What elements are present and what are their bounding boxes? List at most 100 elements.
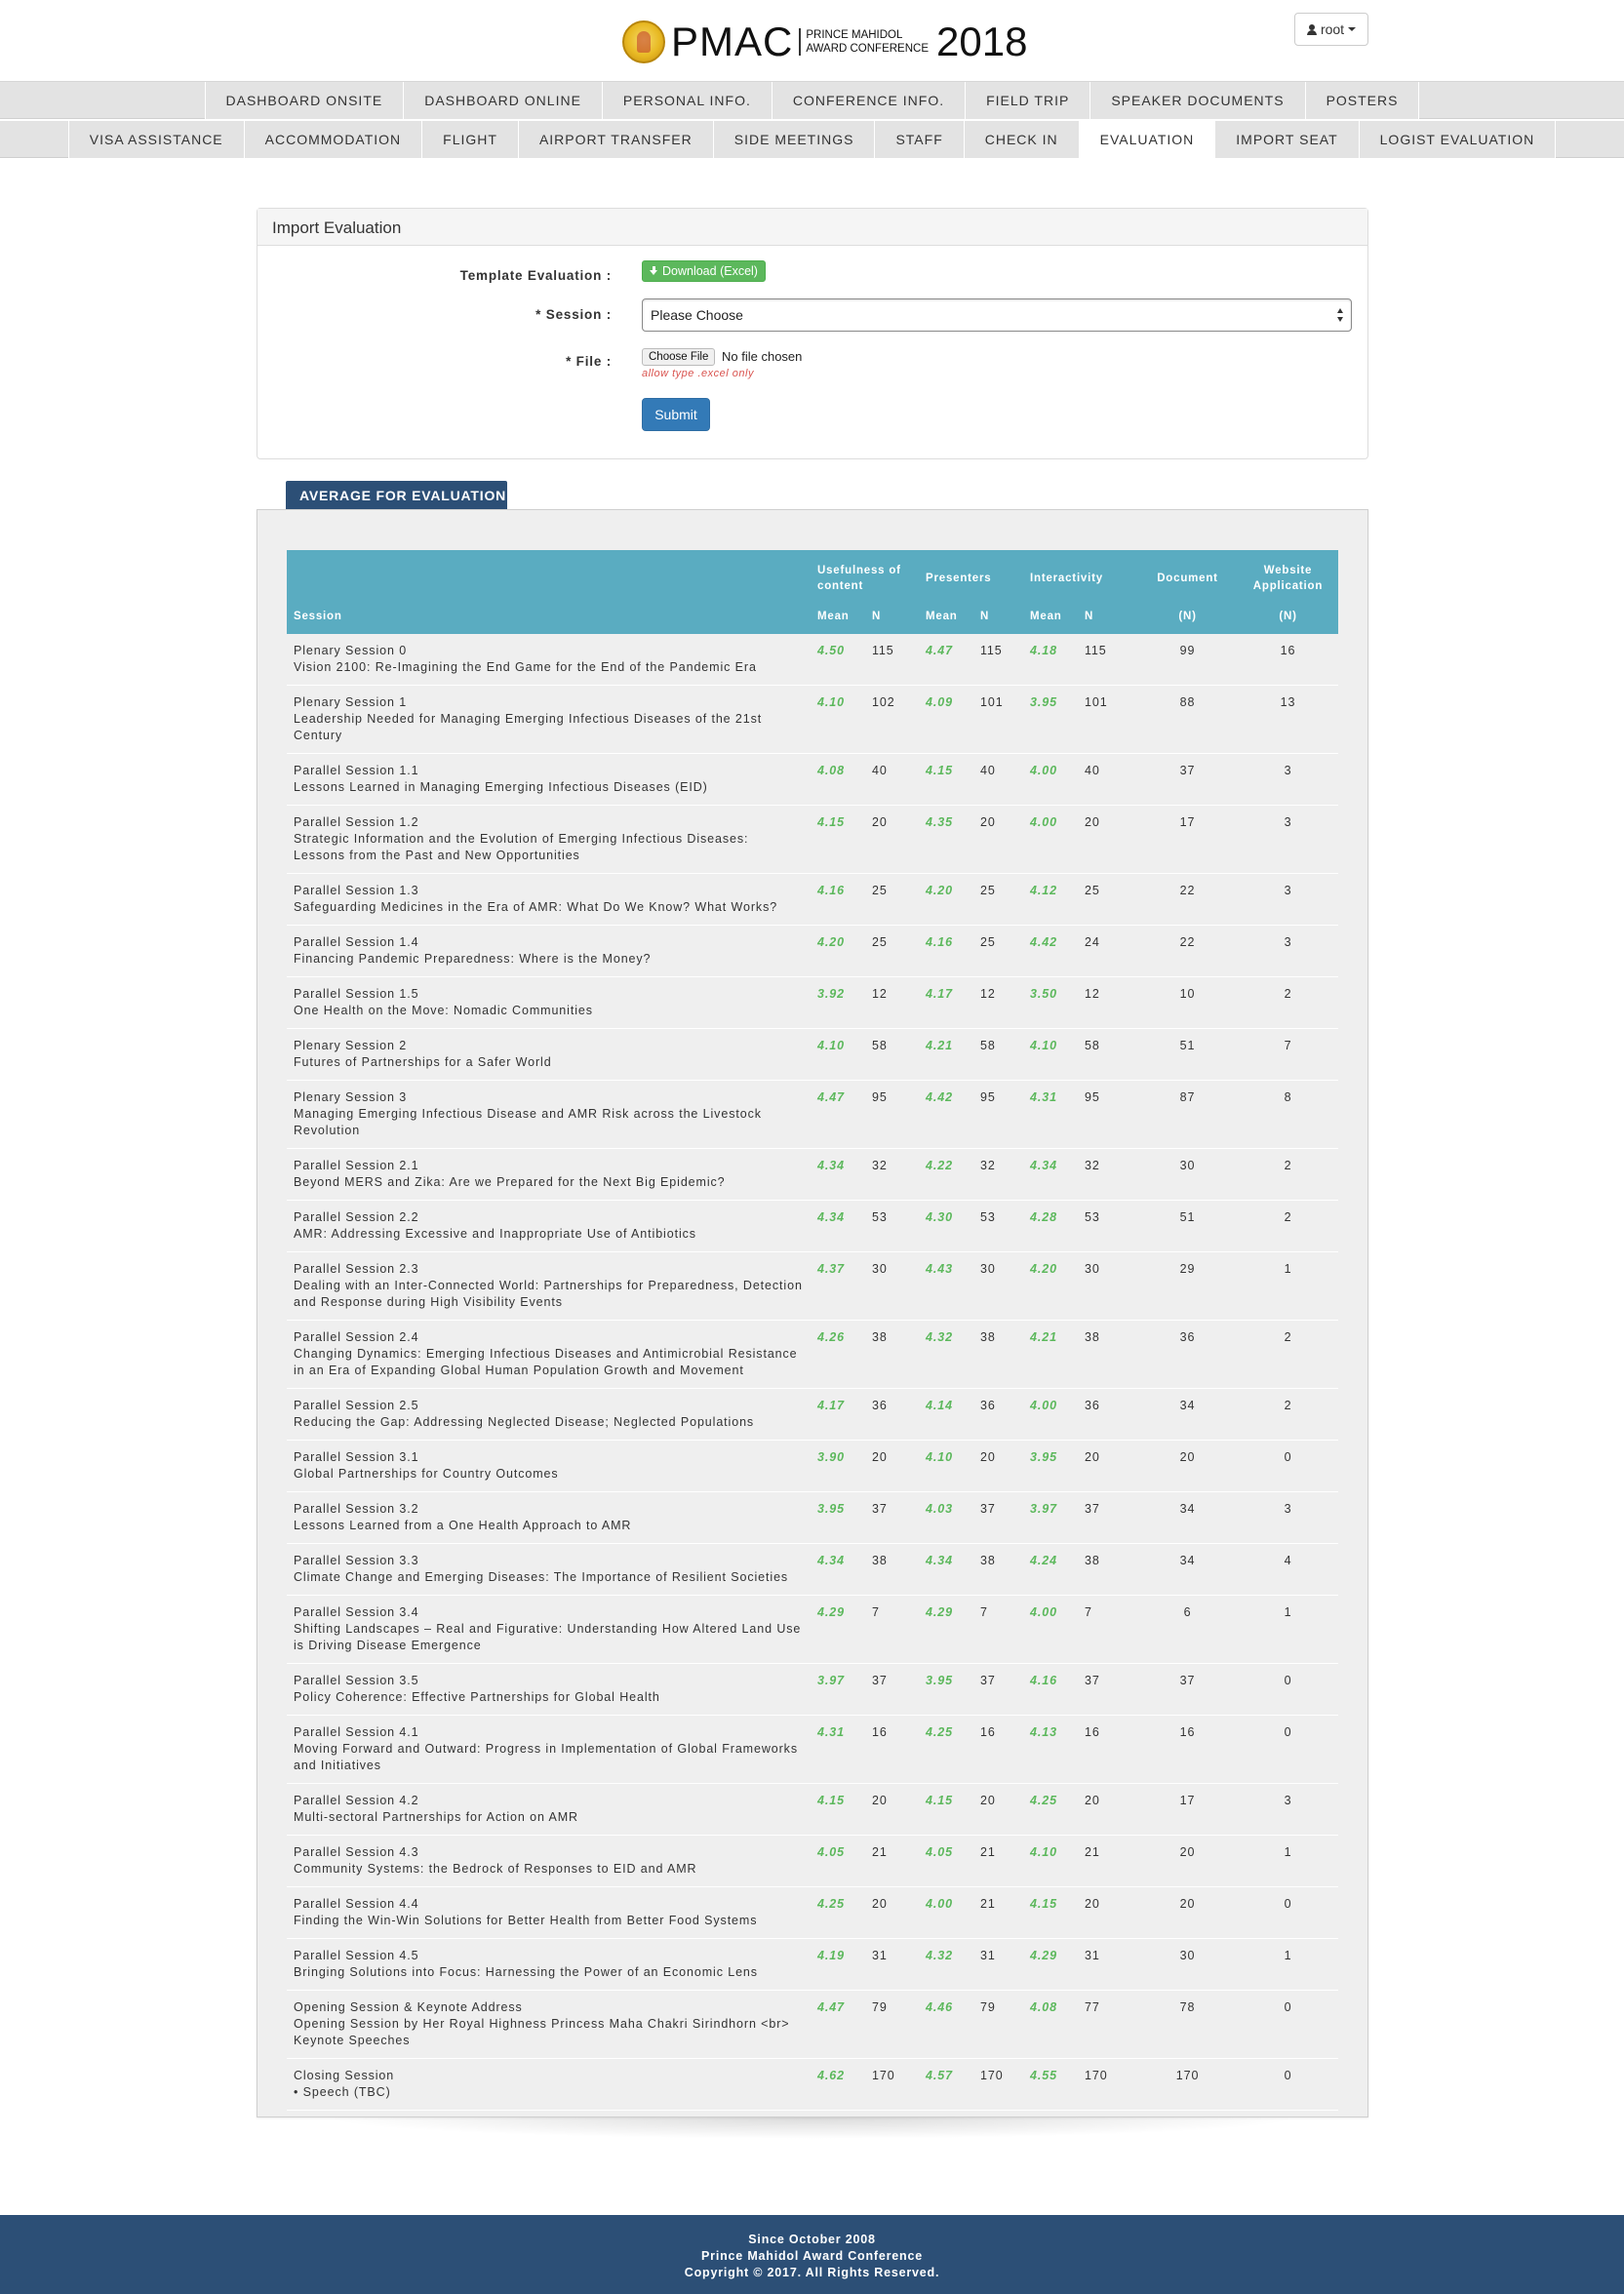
pmac-logo[interactable]: PMAC PRINCE MAHIDOL AWARD CONFERENCE 201… xyxy=(622,18,1027,66)
session-select[interactable]: Please Choose xyxy=(642,298,1352,332)
user-menu-button[interactable]: root xyxy=(1294,13,1368,46)
session-cell: Plenary Session 2 Futures of Partnerships… xyxy=(287,1028,811,1081)
nav-tab-speaker-documents[interactable]: SPEAKER DOCUMENTS xyxy=(1089,82,1305,119)
session-cell: Plenary Session 0 Vision 2100: Re-Imagini… xyxy=(287,634,811,686)
presenters-mean-cell: 4.46 xyxy=(919,1990,973,2059)
session-title: Parallel Session 3.4 xyxy=(294,1605,419,1619)
session-title: Parallel Session 2.2 xyxy=(294,1210,419,1224)
submit-button[interactable]: Submit xyxy=(642,398,710,431)
session-title: Parallel Session 4.4 xyxy=(294,1897,419,1911)
presenters-mean-cell: 4.21 xyxy=(919,1028,973,1081)
average-evaluation-tab[interactable]: AVERAGE FOR EVALUATION xyxy=(286,481,507,510)
session-title: Parallel Session 3.2 xyxy=(294,1502,419,1516)
header-document-n: (N) xyxy=(1178,611,1197,622)
table-row: Parallel Session 2.3 Dealing with an Inte… xyxy=(287,1251,1339,1321)
header-usefulness: Usefulness of content xyxy=(817,565,901,592)
interactivity-n-cell: 12 xyxy=(1078,976,1138,1029)
document-n-cell: 78 xyxy=(1137,1990,1239,2059)
usefulness-n-cell: 115 xyxy=(865,634,919,686)
nav-tab-flight[interactable]: FLIGHT xyxy=(421,121,518,158)
header-document: Document xyxy=(1157,573,1218,584)
nav-tab-check-in[interactable]: CHECK IN xyxy=(963,121,1079,158)
website-n-cell: 4 xyxy=(1238,1543,1339,1596)
usefulness-n-cell: 95 xyxy=(865,1080,919,1149)
nav-tab-dashboard-onsite[interactable]: DASHBOARD ONSITE xyxy=(204,82,404,119)
session-title: Plenary Session 1 xyxy=(294,695,408,709)
import-evaluation-panel: Import Evaluation Template Evaluation : … xyxy=(257,208,1368,459)
header-presenters-n: N xyxy=(980,611,990,622)
website-n-cell: 0 xyxy=(1238,1440,1339,1492)
choose-file-button[interactable]: Choose File xyxy=(642,348,716,366)
download-excel-button[interactable]: Download (Excel) xyxy=(642,260,766,282)
nav-tab-side-meetings[interactable]: SIDE MEETINGS xyxy=(712,121,875,158)
header-interactivity-mean: Mean xyxy=(1030,611,1062,622)
session-title: Closing Session xyxy=(294,2069,395,2082)
nav-tab-field-trip[interactable]: FIELD TRIP xyxy=(965,82,1090,119)
presenters-mean-cell: 4.20 xyxy=(919,873,973,926)
website-n-cell: 0 xyxy=(1238,1990,1339,2059)
interactivity-n-cell: 53 xyxy=(1078,1200,1138,1252)
nav-tab-accommodation[interactable]: ACCOMMODATION xyxy=(243,121,422,158)
presenters-n-cell: 7 xyxy=(973,1595,1023,1664)
presenters-mean-cell: 4.35 xyxy=(919,805,973,874)
session-cell: Parallel Session 3.5 Policy Coherence: Ef… xyxy=(287,1663,811,1716)
session-subtitle: Vision 2100: Re-Imagining the End Game f… xyxy=(294,660,757,674)
presenters-mean-cell: 4.14 xyxy=(919,1388,973,1441)
presenters-n-cell: 20 xyxy=(973,1783,1023,1836)
presenters-mean-cell: 4.15 xyxy=(919,753,973,806)
presenters-n-cell: 95 xyxy=(973,1080,1023,1149)
usefulness-mean-cell: 4.29 xyxy=(811,1595,865,1664)
usefulness-mean-cell: 4.34 xyxy=(811,1543,865,1596)
usefulness-n-cell: 58 xyxy=(865,1028,919,1081)
interactivity-n-cell: 37 xyxy=(1078,1491,1138,1544)
nav-tab-dashboard-online[interactable]: DASHBOARD ONLINE xyxy=(403,82,602,119)
website-n-cell: 2 xyxy=(1238,1320,1339,1389)
nav-tab-conference-info[interactable]: CONFERENCE INFO. xyxy=(771,82,966,119)
table-row: Plenary Session 3 Managing Emerging Infec… xyxy=(287,1080,1339,1149)
interactivity-n-cell: 20 xyxy=(1078,1783,1138,1836)
site-footer: Since October 2008 Prince Mahidol Award … xyxy=(0,2215,1624,2294)
header-usefulness-n: N xyxy=(872,611,882,622)
usefulness-n-cell: 170 xyxy=(865,2058,919,2111)
session-title: Parallel Session 4.1 xyxy=(294,1725,419,1739)
interactivity-n-cell: 170 xyxy=(1078,2058,1138,2111)
nav-tab-personal-info[interactable]: PERSONAL INFO. xyxy=(601,82,772,119)
usefulness-mean-cell: 4.15 xyxy=(811,805,865,874)
download-label: Download (Excel) xyxy=(662,264,758,278)
session-cell: Parallel Session 2.1 Beyond MERS and Zika… xyxy=(287,1148,811,1201)
interactivity-mean-cell: 3.97 xyxy=(1023,1491,1078,1544)
usefulness-mean-cell: 4.10 xyxy=(811,685,865,754)
session-subtitle: Beyond MERS and Zika: Are we Prepared fo… xyxy=(294,1175,726,1189)
nav-tab-visa-assistance[interactable]: VISA ASSISTANCE xyxy=(67,121,244,158)
interactivity-n-cell: 7 xyxy=(1078,1595,1138,1664)
website-n-cell: 3 xyxy=(1238,805,1339,874)
document-n-cell: 170 xyxy=(1137,2058,1239,2111)
usefulness-mean-cell: 4.62 xyxy=(811,2058,865,2111)
table-row: Parallel Session 1.4 Financing Pandemic P… xyxy=(287,925,1339,977)
session-title: Parallel Session 4.2 xyxy=(294,1794,419,1807)
session-cell: Parallel Session 1.1 Lessons Learned in M… xyxy=(287,753,811,806)
document-n-cell: 37 xyxy=(1137,1663,1239,1716)
presenters-n-cell: 16 xyxy=(973,1715,1023,1784)
document-n-cell: 10 xyxy=(1137,976,1239,1029)
nav-tab-evaluation[interactable]: EVALUATION xyxy=(1078,121,1215,158)
nav-tab-import-seat[interactable]: IMPORT SEAT xyxy=(1214,121,1359,158)
session-subtitle: One Health on the Move: Nomadic Communit… xyxy=(294,1004,593,1017)
session-subtitle: Multi-sectoral Partnerships for Action o… xyxy=(294,1810,578,1824)
table-row: Parallel Session 3.4 Shifting Landscapes … xyxy=(287,1595,1339,1664)
session-title: Parallel Session 3.1 xyxy=(294,1450,419,1464)
presenters-n-cell: 37 xyxy=(973,1663,1023,1716)
document-n-cell: 87 xyxy=(1137,1080,1239,1149)
interactivity-n-cell: 77 xyxy=(1078,1990,1138,2059)
session-title: Parallel Session 3.3 xyxy=(294,1554,419,1567)
nav-tab-posters[interactable]: POSTERS xyxy=(1304,82,1420,119)
usefulness-n-cell: 53 xyxy=(865,1200,919,1252)
table-row: Parallel Session 3.5 Policy Coherence: Ef… xyxy=(287,1663,1339,1716)
nav-tab-airport-transfer[interactable]: AIRPORT TRANSFER xyxy=(517,121,713,158)
usefulness-mean-cell: 4.10 xyxy=(811,1028,865,1081)
nav-tab-staff[interactable]: STAFF xyxy=(874,121,964,158)
nav-tab-logist-evaluation[interactable]: LOGIST EVALUATION xyxy=(1358,121,1557,158)
session-cell: Parallel Session 2.5 Reducing the Gap: Ad… xyxy=(287,1388,811,1441)
session-cell: Parallel Session 3.4 Shifting Landscapes … xyxy=(287,1595,811,1664)
presenters-mean-cell: 4.25 xyxy=(919,1715,973,1784)
